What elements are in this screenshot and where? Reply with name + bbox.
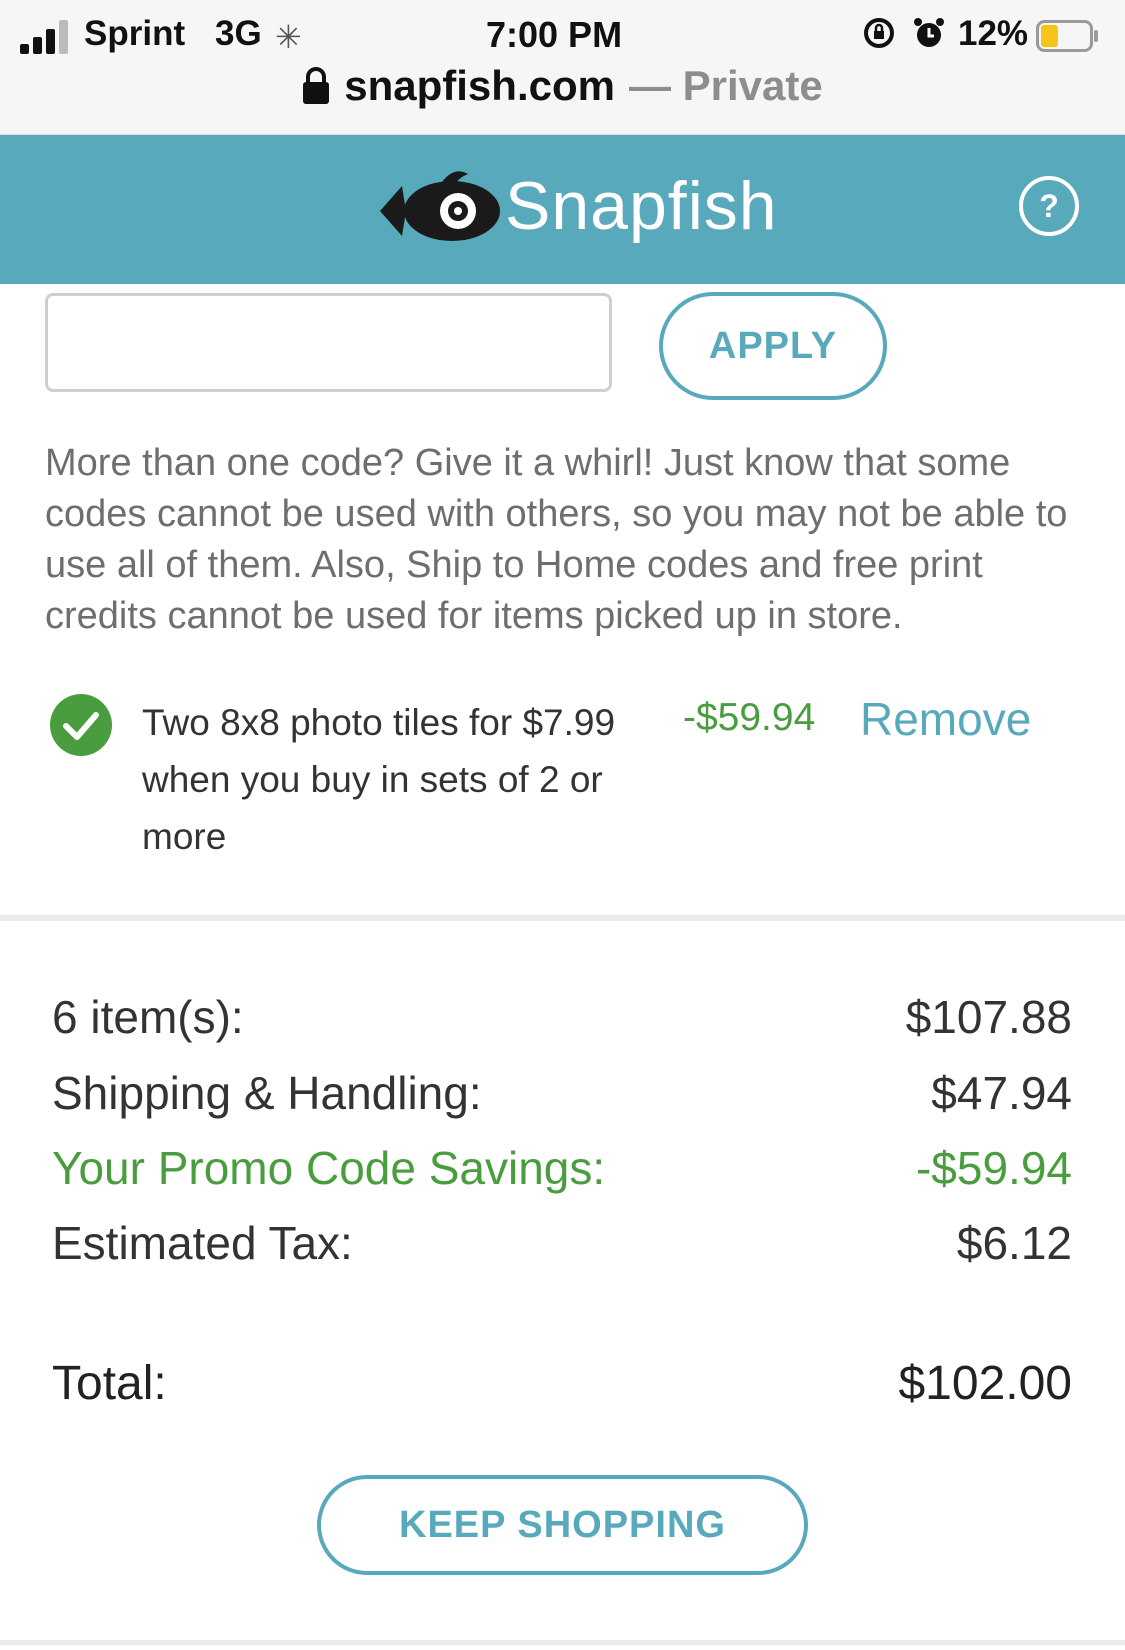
private-mode-label: — Private — [628, 62, 823, 109]
shipping-row: Shipping & Handling: $47.94 — [52, 1066, 1072, 1130]
help-icon[interactable]: ? — [1018, 175, 1080, 237]
address-bar[interactable]: snapfish.com — Private — [0, 62, 1125, 118]
keep-shopping-button[interactable]: KEEP SHOPPING — [317, 1475, 808, 1575]
items-value: $107.88 — [905, 991, 1072, 1043]
shipping-value: $47.94 — [931, 1067, 1072, 1119]
help-label: ? — [1039, 188, 1059, 224]
bottom-divider — [0, 1640, 1125, 1645]
url-text: snapfish.com — [344, 62, 615, 109]
total-label: Total: — [52, 1357, 167, 1410]
battery-percent: 12% — [958, 14, 1029, 53]
brand-name: Snapfish — [505, 168, 778, 244]
apply-button[interactable]: APPLY — [659, 292, 887, 400]
check-circle-icon — [50, 694, 112, 756]
items-label: 6 item(s): — [52, 991, 244, 1043]
tax-label: Estimated Tax: — [52, 1217, 353, 1269]
remove-code-link[interactable]: Remove — [860, 692, 1031, 746]
network-type: 3G — [215, 14, 262, 53]
tax-row: Estimated Tax: $6.12 — [52, 1216, 1072, 1280]
shipping-label: Shipping & Handling: — [52, 1067, 482, 1119]
promo-savings-label: Your Promo Code Savings: — [52, 1142, 606, 1194]
carrier-name: Sprint — [84, 14, 186, 53]
app-header: Snapfish ? — [0, 135, 1125, 284]
total-value: $102.00 — [898, 1357, 1072, 1410]
section-divider — [0, 915, 1125, 921]
promo-savings-value: -$59.94 — [915, 1142, 1072, 1194]
signal-strength-icon — [20, 20, 72, 54]
applied-code-description: Two 8x8 photo tiles for $7.99 when you b… — [142, 702, 616, 857]
alarm-clock-icon — [914, 18, 944, 47]
loading-spinner-icon: ✳ — [275, 19, 302, 55]
status-row: Sprint 3G ✳ 7:00 PM 12% — [0, 8, 1125, 58]
promo-savings-row: Your Promo Code Savings: -$59.94 — [52, 1141, 1072, 1205]
battery-icon — [1036, 20, 1098, 52]
items-row: 6 item(s): $107.88 — [52, 990, 1072, 1054]
status-time: 7:00 PM — [486, 14, 623, 55]
ios-status-bar: Sprint 3G ✳ 7:00 PM 12% snapfish.com — P… — [0, 0, 1125, 135]
orientation-lock-icon — [864, 18, 894, 48]
total-row: Total: $102.00 — [52, 1356, 1072, 1420]
padlock-icon — [303, 67, 330, 104]
applied-code-amount: -$59.94 — [683, 696, 816, 739]
promo-helper-text: More than one code? Give it a whirl! Jus… — [45, 442, 1068, 637]
tax-value: $6.12 — [956, 1217, 1072, 1269]
promo-code-input[interactable] — [45, 293, 612, 392]
